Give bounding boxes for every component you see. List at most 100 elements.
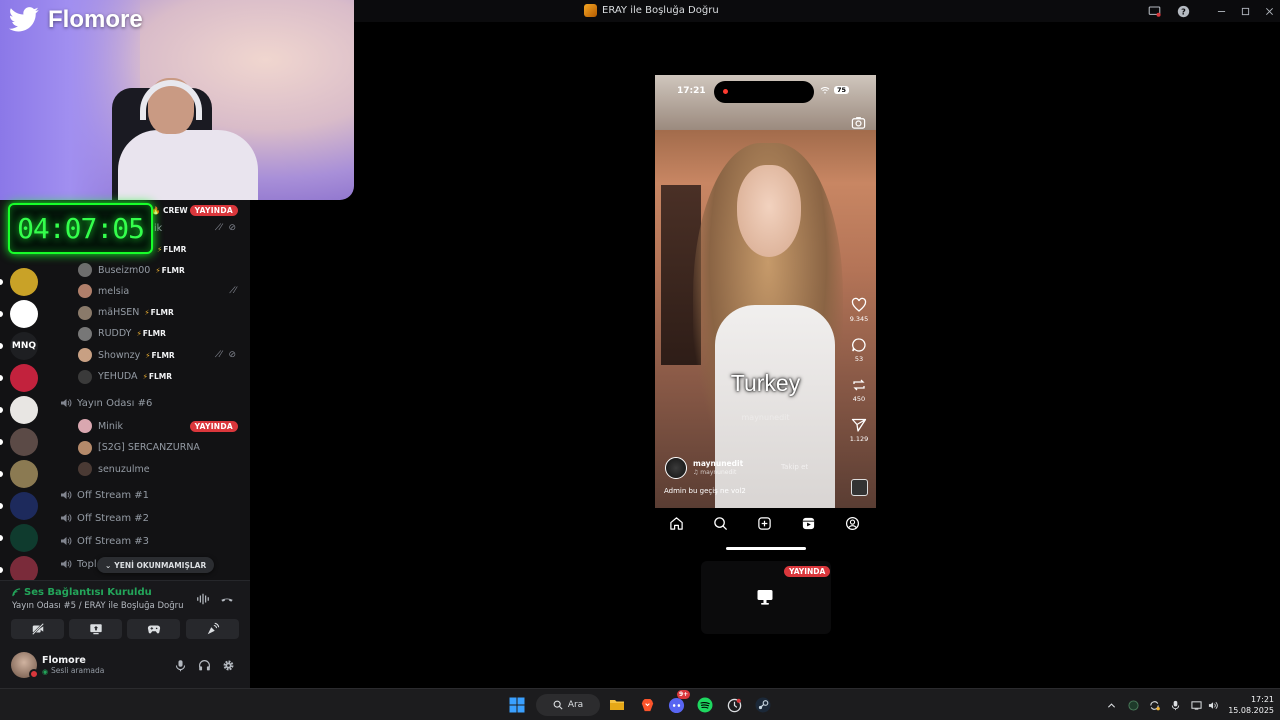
- microphone-icon[interactable]: [172, 657, 188, 673]
- reel-caption: Admin bu geçiş ne vol2: [664, 487, 746, 495]
- voice-channel-label: Topl: [77, 558, 97, 570]
- profile-icon[interactable]: [845, 516, 861, 532]
- share-button[interactable]: 1.129: [847, 417, 871, 443]
- brave-browser-icon[interactable]: [638, 696, 656, 714]
- author-avatar[interactable]: [665, 457, 687, 479]
- phone-status-bar: 75: [820, 86, 850, 94]
- screen-share-button[interactable]: [69, 619, 122, 639]
- speaker-icon: [61, 491, 72, 499]
- member-name: [S2G] SERCANZURNA: [98, 442, 200, 453]
- camera-icon[interactable]: [851, 115, 867, 131]
- server-icon[interactable]: [10, 364, 38, 392]
- app-icon[interactable]: [725, 696, 743, 714]
- screen-share-icon: [89, 624, 102, 635]
- member-name: Shownzy: [98, 349, 141, 361]
- avatar: [78, 440, 92, 455]
- screen-share-icon[interactable]: [1145, 3, 1163, 19]
- stream-tile[interactable]: YAYINDA: [701, 561, 831, 634]
- unread-indicator: [0, 279, 3, 285]
- member-row[interactable]: Buseizm00 FLMR: [48, 260, 250, 280]
- maximize-button[interactable]: [1236, 3, 1254, 19]
- taskbar-search[interactable]: Ara: [536, 694, 600, 716]
- author-name[interactable]: maynunedit: [693, 459, 743, 468]
- volume-icon[interactable]: [1206, 698, 1220, 712]
- timer-value: 04:07:05: [17, 212, 145, 245]
- taskbar-clock[interactable]: 17:21 15.08.2025: [1222, 694, 1274, 716]
- share-count: 1.129: [849, 435, 869, 443]
- gear-icon[interactable]: [220, 657, 236, 673]
- discord-notification-badge: 9+: [677, 690, 691, 699]
- activities-button[interactable]: [127, 619, 180, 639]
- server-icon[interactable]: [10, 268, 38, 296]
- minimize-button[interactable]: [1212, 3, 1230, 19]
- flmr-tag: FLMR: [144, 308, 174, 317]
- member-row[interactable]: RUDDY FLMR: [48, 324, 250, 344]
- member-row[interactable]: YEHUDA FLMR: [48, 367, 250, 387]
- create-post-icon[interactable]: [757, 516, 773, 532]
- steam-icon[interactable]: [754, 696, 772, 714]
- comment-button[interactable]: 53: [847, 337, 871, 363]
- server-icon[interactable]: [10, 524, 38, 552]
- unread-indicator: [0, 471, 3, 477]
- reels-icon[interactable]: [801, 516, 817, 532]
- search-icon[interactable]: [713, 516, 729, 532]
- close-button[interactable]: [1260, 3, 1278, 19]
- reel-video[interactable]: Turkey maynunedit 9.345 53 450 1.129 may…: [655, 75, 876, 508]
- server-icon[interactable]: MNQ: [10, 332, 38, 360]
- tray-app-icon[interactable]: [1126, 698, 1140, 712]
- new-unread-button[interactable]: ⌄ YENİ OKUNMAMIŞLAR: [97, 557, 215, 573]
- unread-indicator: [0, 343, 3, 349]
- wifi-icon: [820, 87, 830, 94]
- voice-connection-status[interactable]: Ses Bağlantısı Kuruldu: [12, 587, 152, 598]
- user-status: ◉ Sesli aramada: [42, 666, 105, 676]
- member-row[interactable]: mäHSEN FLMR: [48, 303, 250, 323]
- member-row[interactable]: [S2G] SERCANZURNA: [48, 438, 250, 458]
- spotify-icon[interactable]: [696, 696, 714, 714]
- disconnect-icon[interactable]: [219, 591, 235, 607]
- music-thumbnail[interactable]: [851, 479, 868, 496]
- display-icon[interactable]: [1189, 698, 1203, 712]
- user-name[interactable]: Flomore: [42, 655, 86, 666]
- member-row[interactable]: Minik YAYINDA: [48, 416, 250, 436]
- voice-channel-room6[interactable]: Yayın Odası #6: [48, 393, 250, 413]
- voice-channel-off2[interactable]: Off Stream #2: [48, 508, 250, 528]
- discord-icon[interactable]: 9+: [667, 690, 691, 714]
- webcam-overlay: Flomore: [0, 0, 354, 200]
- like-button[interactable]: 9.345: [847, 297, 871, 323]
- phone-nav-bar: [655, 508, 876, 540]
- server-icon[interactable]: [10, 396, 38, 424]
- headphones-icon[interactable]: [196, 657, 212, 673]
- soundboard-button[interactable]: [186, 619, 239, 639]
- brand-name: Flomore: [48, 6, 143, 33]
- chevron-up-icon[interactable]: [1104, 698, 1118, 712]
- battery-level: 75: [834, 86, 850, 94]
- voice-channel-off3[interactable]: Off Stream #3: [48, 531, 250, 551]
- member-row[interactable]: senuzulme: [48, 459, 250, 479]
- repost-button[interactable]: 450: [847, 377, 871, 403]
- server-icon[interactable]: [10, 428, 38, 456]
- server-icon[interactable]: [10, 460, 38, 488]
- unread-indicator: [0, 375, 3, 381]
- server-icon[interactable]: [10, 492, 38, 520]
- file-explorer-icon[interactable]: [608, 696, 626, 714]
- server-icon[interactable]: [10, 300, 38, 328]
- camera-off-icon: [31, 623, 44, 635]
- unread-indicator: [0, 567, 3, 573]
- microphone-icon[interactable]: [1168, 698, 1182, 712]
- monitor-icon: [756, 588, 774, 606]
- windows-start-icon[interactable]: [508, 696, 526, 714]
- speaker-icon: [61, 514, 72, 522]
- member-row[interactable]: melsia ⁄̸: [48, 281, 250, 301]
- voice-channel-path[interactable]: Yayın Odası #5 / ERAY ile Boşluğa Doğru: [12, 601, 183, 611]
- voice-channel-label: Off Stream #2: [77, 512, 150, 524]
- avatar: [78, 462, 92, 476]
- sync-icon[interactable]: [1147, 698, 1161, 712]
- help-icon[interactable]: ?: [1174, 3, 1192, 19]
- follow-button[interactable]: Takip et: [781, 463, 808, 471]
- camera-off-button[interactable]: [11, 619, 64, 639]
- home-icon[interactable]: [669, 516, 685, 532]
- voice-channel-off1[interactable]: Off Stream #1: [48, 485, 250, 505]
- noise-suppression-icon[interactable]: [195, 591, 211, 607]
- author-audio[interactable]: ♫ maynunedit: [693, 469, 736, 476]
- member-row[interactable]: Shownzy FLMR ⁄̸ ⊘: [48, 345, 250, 365]
